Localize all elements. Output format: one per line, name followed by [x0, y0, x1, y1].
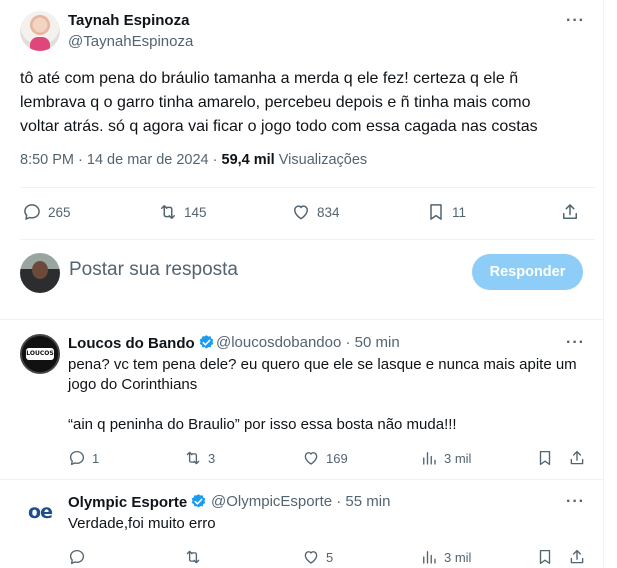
bookmark-action[interactable] — [536, 449, 554, 467]
reply-avatar[interactable]: LOUCOS BANDO — [20, 334, 60, 374]
author-avatar[interactable] — [20, 11, 60, 51]
share-icon — [570, 450, 584, 465]
reply-action[interactable]: 1 — [68, 449, 99, 467]
reply-action[interactable] — [68, 548, 92, 566]
verified-badge-icon — [199, 335, 213, 349]
heart-icon — [304, 551, 318, 564]
reply-time[interactable]: · 55 min — [336, 493, 390, 510]
reply-text-line: pena? vc tem pena dele? eu quero que ele… — [68, 356, 577, 373]
reply-author-handle[interactable]: @loucosdobandoo · 50 min — [216, 334, 400, 351]
share-icon — [563, 204, 577, 219]
reply-count: 1 — [92, 450, 100, 466]
more-options-icon[interactable]: ··· — [566, 12, 585, 30]
retweet-icon — [186, 550, 200, 564]
reply-text-blank — [68, 395, 577, 415]
reply-input[interactable]: Postar sua resposta — [69, 259, 238, 281]
reply-count: 265 — [48, 204, 71, 220]
views-count: 3 mil — [444, 450, 472, 466]
tweet-time[interactable]: 8:50 PM — [20, 152, 74, 168]
retweet-action[interactable]: 145 — [158, 202, 207, 222]
views-count: 59,4 mil — [221, 152, 275, 168]
analytics-icon — [423, 452, 436, 465]
more-options-icon[interactable]: ··· — [566, 334, 585, 352]
reply-author-name[interactable]: Loucos do Bando — [68, 334, 215, 352]
bookmark-icon — [539, 450, 551, 466]
bookmark-count: 11 — [452, 204, 467, 220]
author-handle[interactable]: @TaynahEspinoza — [68, 33, 193, 50]
views-action[interactable]: 3 mil — [420, 449, 471, 467]
reply-handle-text: @OlympicEsporte — [211, 493, 333, 510]
tweet-text: tô até com pena do bráulio tamanha a mer… — [20, 67, 595, 139]
tweet-text-line: voltar atrás. só q agora vai ficar o jog… — [20, 118, 538, 135]
views-action[interactable]: 3 mil — [420, 548, 471, 566]
bookmark-icon — [539, 549, 551, 565]
tweet-meta: 8:50 PM · 14 de mar de 2024 · 59,4 mil V… — [20, 152, 367, 168]
reply-author-name[interactable]: Olympic Esporte — [68, 493, 207, 511]
share-action[interactable] — [560, 202, 580, 222]
views-count: 3 mil — [444, 549, 472, 565]
reply-button[interactable]: Responder — [472, 254, 583, 290]
reply-author-handle[interactable]: @OlympicEsporte · 55 min — [211, 493, 390, 510]
divider — [20, 187, 595, 188]
like-action[interactable]: 169 — [302, 449, 348, 467]
retweet-icon — [161, 205, 175, 219]
more-options-icon[interactable]: ··· — [566, 493, 585, 511]
like-count: 5 — [326, 549, 334, 565]
reply-author-name-text: Loucos do Bando — [68, 335, 195, 352]
retweet-count: 3 — [208, 450, 216, 466]
retweet-action[interactable] — [184, 548, 208, 566]
like-count: 169 — [326, 450, 348, 466]
reply-icon — [69, 549, 85, 565]
share-action[interactable] — [568, 548, 586, 566]
column-border — [603, 0, 604, 568]
reply-icon — [24, 204, 40, 220]
retweet-count: 145 — [184, 204, 207, 220]
reply-text-line: jogo do Corinthians — [68, 376, 198, 393]
share-icon — [570, 549, 584, 564]
reply-text: pena? vc tem pena dele? eu quero que ele… — [68, 355, 577, 435]
author-name[interactable]: Taynah Espinoza — [68, 12, 189, 29]
like-action[interactable]: 834 — [291, 202, 340, 222]
reply-time[interactable]: · 50 min — [346, 334, 400, 351]
bookmark-action[interactable]: 11 — [426, 202, 466, 222]
tweet-date[interactable]: · 14 de mar de 2024 · — [78, 152, 217, 168]
reply-avatar[interactable]: oe — [20, 492, 60, 532]
retweet-action[interactable]: 3 — [184, 449, 215, 467]
tweet-text-line: lembrava q o garro tinha amarelo, perceb… — [20, 94, 531, 111]
reply-author-name-text: Olympic Esporte — [68, 494, 188, 511]
analytics-icon — [423, 551, 436, 564]
retweet-icon — [186, 451, 200, 465]
reply-handle-text: @loucosdobandoo — [216, 334, 342, 351]
divider — [20, 239, 595, 240]
share-action[interactable] — [568, 449, 586, 467]
like-count: 834 — [317, 204, 340, 220]
bookmark-action[interactable] — [536, 548, 554, 566]
views-label: Visualizações — [278, 152, 368, 168]
heart-icon — [294, 205, 308, 220]
current-user-avatar — [20, 253, 60, 293]
reply-text: Verdade,foi muito erro — [68, 514, 216, 534]
reply-icon — [69, 450, 85, 466]
tweet-text-line: tô até com pena do bráulio tamanha a mer… — [20, 70, 519, 87]
like-action[interactable]: 5 — [302, 548, 333, 566]
reply-text-line: Verdade,foi muito erro — [68, 515, 216, 532]
verified-badge-icon — [191, 494, 206, 508]
reply-text-line: “ain q peninha do Braulio” por isso essa… — [68, 416, 457, 433]
bookmark-icon — [430, 204, 442, 220]
main-tweet: Taynah Espinoza @TaynahEspinoza ··· tô a… — [0, 0, 603, 320]
reply-action[interactable]: 265 — [22, 202, 71, 222]
heart-icon — [304, 452, 318, 465]
